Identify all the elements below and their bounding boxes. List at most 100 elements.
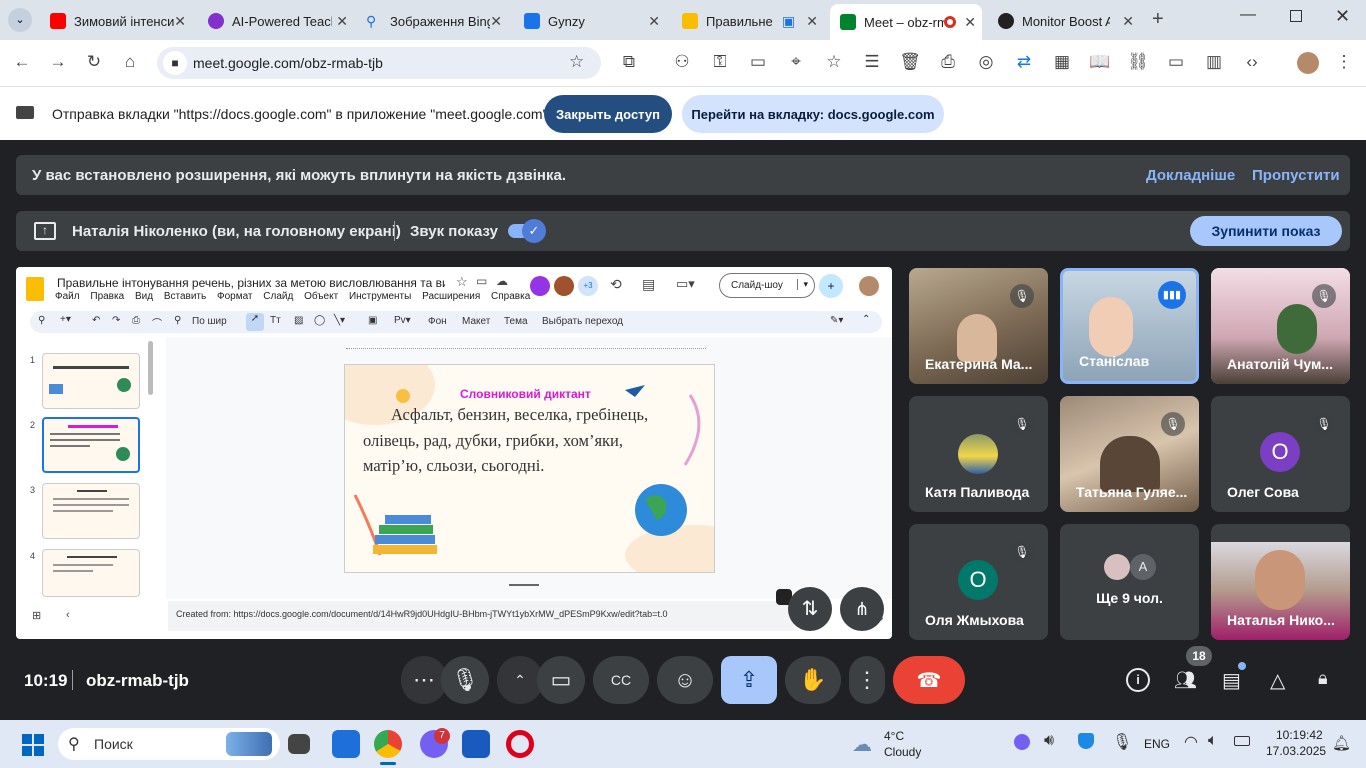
- slideshow-button[interactable]: Слайд-шоу ▾: [719, 273, 815, 298]
- menu-kebab-icon[interactable]: ⋮: [1332, 52, 1356, 72]
- profile-avatar[interactable]: [1297, 52, 1319, 74]
- editing-mode-icon[interactable]: ✎▾: [830, 315, 843, 326]
- close-tab-icon[interactable]: ✕: [1122, 13, 1134, 30]
- weather-icon[interactable]: ☁: [852, 732, 872, 757]
- participant-tile[interactable]: 🎙︎ Екатерина Ма...: [909, 268, 1048, 384]
- presentation-title[interactable]: Правильне інтонування речень, різних за …: [57, 276, 445, 290]
- devtools-icon[interactable]: ‹›: [1240, 52, 1264, 72]
- more-collaborators-badge[interactable]: +3: [578, 276, 598, 296]
- meet-present-icon[interactable]: ▭▾: [676, 276, 695, 292]
- menu-slide[interactable]: Слайд: [263, 291, 293, 302]
- reload-icon[interactable]: ↻: [82, 52, 106, 72]
- comment-add-icon[interactable]: ▣: [368, 315, 377, 326]
- menu-edit[interactable]: Правка: [90, 291, 124, 302]
- host-controls-icon[interactable]: 🔒︎: [1318, 668, 1328, 689]
- close-window-button[interactable]: ✕: [1335, 6, 1350, 27]
- zoom-icon[interactable]: ⚲: [174, 315, 181, 326]
- captions-button[interactable]: CC: [593, 656, 649, 704]
- site-info-icon[interactable]: ■: [163, 51, 187, 75]
- restore-button[interactable]: [1290, 10, 1302, 22]
- battery-icon[interactable]: [1234, 736, 1250, 746]
- chrome-icon[interactable]: [374, 730, 402, 758]
- browser-tab-6-active[interactable]: Meet – obz-rmab-tjb ✕: [830, 4, 982, 40]
- menu-tools[interactable]: Инструменты: [349, 291, 411, 302]
- reading-list-icon[interactable]: ☰: [860, 52, 884, 72]
- right-scroll-arrow[interactable]: ›: [880, 613, 883, 624]
- close-tab-icon[interactable]: ✕: [648, 13, 660, 30]
- browser-tab-3[interactable]: ⚲ Зображення Bing ✕: [356, 6, 508, 36]
- slide-thumbnail[interactable]: [42, 483, 140, 539]
- folder-icon[interactable]: ▭: [476, 274, 487, 288]
- share-audio-toggle[interactable]: ✓: [508, 219, 546, 243]
- taskbar-search-box[interactable]: ⚲ Поиск: [58, 728, 280, 760]
- redo-icon[interactable]: ↷: [112, 315, 120, 326]
- more-participants-tile[interactable]: А Ще 9 чол.: [1060, 524, 1199, 640]
- security-tray-icon[interactable]: [1078, 733, 1094, 749]
- menu-file[interactable]: Файл: [55, 291, 80, 302]
- participant-tile[interactable]: О 🎙︎ Оля Жмыхова: [909, 524, 1048, 640]
- qr-code-icon[interactable]: ▦: [1050, 52, 1074, 72]
- favorites-icon[interactable]: ☆: [822, 52, 846, 72]
- collapse-filmstrip-icon[interactable]: ‹: [66, 609, 70, 621]
- translate-icon[interactable]: ⇄: [1012, 52, 1036, 72]
- meeting-details-icon[interactable]: i: [1126, 668, 1150, 692]
- viber-tray-icon[interactable]: [1014, 734, 1030, 750]
- print-icon[interactable]: ⎙: [936, 52, 960, 72]
- present-now-button[interactable]: ⇪: [721, 656, 777, 704]
- paint-format-icon[interactable]: ⌒: [152, 315, 162, 330]
- browser-tab-2[interactable]: AI-Powered Teach ✕: [198, 6, 354, 36]
- weather-desc[interactable]: Cloudy: [884, 745, 921, 759]
- participant-tile[interactable]: 🎙︎ Татьяна Гуляе...: [1060, 396, 1199, 512]
- current-slide[interactable]: Словниковий диктант Асфальт, бензин, вес…: [344, 364, 715, 573]
- chat-icon[interactable]: ▤: [1222, 668, 1241, 693]
- sidepanel-icon[interactable]: ▥: [1202, 52, 1226, 72]
- learn-more-link[interactable]: Докладніше: [1146, 167, 1235, 184]
- cast-icon[interactable]: ▭: [1164, 52, 1188, 72]
- tab-search-button[interactable]: ⌄: [8, 8, 32, 32]
- wifi-icon[interactable]: ◠: [1184, 732, 1198, 752]
- close-tab-icon[interactable]: ✕: [806, 13, 818, 30]
- shape-icon[interactable]: ◯: [314, 315, 325, 326]
- store-icon[interactable]: [332, 730, 360, 758]
- close-tab-icon[interactable]: ✕: [336, 13, 348, 30]
- camera-button[interactable]: ▭: [537, 656, 585, 704]
- new-slide-icon[interactable]: +▾: [60, 314, 71, 325]
- slide-thumbnail-selected[interactable]: [42, 417, 140, 473]
- filmstrip-scrollbar[interactable]: [148, 341, 153, 395]
- menu-insert[interactable]: Вставить: [164, 291, 206, 302]
- swap-layout-button[interactable]: ⇅: [788, 587, 832, 631]
- participant-tile[interactable]: Наталья Нико...: [1211, 524, 1350, 640]
- trash-icon[interactable]: 🗑: [898, 52, 922, 72]
- raise-hand-button[interactable]: ✋: [785, 656, 841, 704]
- slide-thumbnail[interactable]: [42, 549, 140, 597]
- close-tab-icon[interactable]: ✕: [174, 13, 186, 30]
- notes-drag-handle[interactable]: [509, 584, 539, 586]
- card-icon[interactable]: ▭: [746, 52, 770, 72]
- account-avatar[interactable]: [859, 276, 879, 296]
- location-icon[interactable]: ⌖: [784, 52, 808, 72]
- minimize-button[interactable]: —: [1240, 6, 1256, 24]
- emoji-reactions-button[interactable]: ☺: [657, 656, 713, 704]
- volume-tray-icon[interactable]: 🔊︎: [1044, 732, 1054, 750]
- weather-temp[interactable]: 4°C: [884, 729, 904, 743]
- home-icon[interactable]: ⌂: [118, 52, 142, 72]
- menu-view[interactable]: Вид: [135, 291, 153, 302]
- transition-button[interactable]: Выбрать переход: [542, 316, 623, 327]
- close-tab-icon[interactable]: ✕: [964, 14, 976, 31]
- share-options-button[interactable]: ⋔: [840, 587, 884, 631]
- star-icon[interactable]: ☆: [456, 274, 468, 290]
- format-options-icon[interactable]: Pv▾: [394, 315, 411, 326]
- grid-view-icon[interactable]: ⊞: [32, 609, 41, 622]
- clock-date[interactable]: 17.03.2025: [1266, 744, 1326, 758]
- image-icon[interactable]: ▨: [294, 315, 303, 326]
- new-tab-button[interactable]: +: [1152, 8, 1164, 31]
- opera-icon[interactable]: [506, 730, 534, 758]
- undo-icon[interactable]: ↶: [92, 315, 100, 326]
- incognito-icon[interactable]: ⚇: [670, 52, 694, 72]
- language-indicator[interactable]: ENG: [1144, 737, 1170, 751]
- zoom-select[interactable]: По шир: [192, 316, 227, 327]
- history-icon[interactable]: ⟲: [610, 276, 622, 293]
- more-options-button[interactable]: ⋮: [849, 656, 885, 704]
- comments-icon[interactable]: ▤: [642, 276, 655, 293]
- switch-to-tab-button[interactable]: Перейти на вкладку: docs.google.com: [682, 95, 944, 133]
